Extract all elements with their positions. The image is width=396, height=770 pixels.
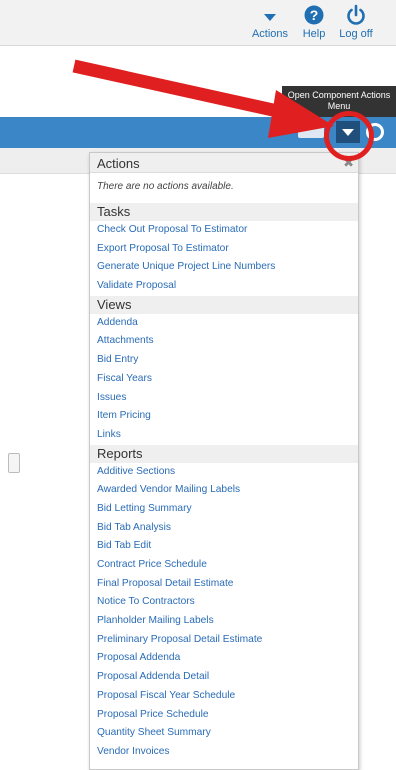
menu-item[interactable]: Item Pricing [90,407,358,426]
menu-item[interactable]: Planholder Mailing Labels [90,612,358,631]
menu-item[interactable]: Final Proposal Detail Estimate [90,575,358,594]
logoff-label: Log off [339,28,373,40]
section-header-reports: Reports [90,444,358,463]
empty-message: There are no actions available. [97,181,234,192]
menu-item[interactable]: Validate Proposal [90,277,358,296]
panel-header: Actions ✖ [90,153,358,173]
menu-item[interactable]: Contract Price Schedule [90,556,358,575]
menu-item[interactable]: Bid Tab Edit [90,537,358,556]
logoff-button[interactable]: Log off [333,4,379,44]
menu-item[interactable]: Awarded Vendor Mailing Labels [90,481,358,500]
help-icon: ? [304,5,324,25]
splitter-handle[interactable] [8,453,20,473]
menu-item[interactable]: Export Proposal To Estimator [90,240,358,259]
menu-item[interactable]: Proposal Price Schedule [90,706,358,725]
menu-item[interactable]: Vendor Invoices [90,743,358,762]
views-list: Addenda Attachments Bid Entry Fiscal Yea… [90,314,358,445]
section-header-views: Views [90,295,358,314]
tooltip: Open Component Actions Menu [282,86,396,118]
menu-item[interactable]: Bid Entry [90,351,358,370]
close-icon[interactable]: ✖ [343,155,354,171]
caret-down-icon [264,14,276,21]
tasks-list: Check Out Proposal To Estimator Export P… [90,221,358,296]
component-header-bar [0,117,396,148]
menu-item[interactable]: Fiscal Years [90,370,358,389]
menu-item[interactable]: Proposal Fiscal Year Schedule [90,687,358,706]
menu-item[interactable]: Bid Letting Summary [90,500,358,519]
refresh-icon[interactable] [366,123,384,141]
section-header-tasks: Tasks [90,203,358,221]
power-icon [347,4,365,25]
menu-item[interactable]: Quantity Sheet Summary [90,724,358,743]
help-button[interactable]: ? Help [300,4,328,44]
component-actions-menu-button[interactable] [336,121,360,143]
menu-item[interactable]: Addenda [90,314,358,333]
header-field [298,126,324,138]
actions-label: Actions [251,28,289,40]
menu-item[interactable]: Additive Sections [90,463,358,482]
menu-item[interactable]: Attachments [90,332,358,351]
menu-item[interactable]: Issues [90,389,358,408]
menu-item[interactable]: Proposal Addenda [90,649,358,668]
menu-item[interactable]: Preliminary Proposal Detail Estimate [90,631,358,650]
menu-item[interactable]: Notice To Contractors [90,593,358,612]
menu-item[interactable]: Check Out Proposal To Estimator [90,221,358,240]
menu-item[interactable]: Generate Unique Project Line Numbers [90,258,358,277]
actions-button[interactable]: Actions [247,4,293,44]
menu-item[interactable]: Proposal Addenda Detail [90,668,358,687]
top-toolbar: Actions ? Help Log off [0,0,396,46]
panel-title: Actions [97,156,140,171]
reports-list: Additive Sections Awarded Vendor Mailing… [90,463,358,762]
menu-item[interactable]: Links [90,426,358,445]
svg-text:?: ? [310,7,319,23]
actions-dropdown-panel: Actions ✖ There are no actions available… [89,152,359,770]
menu-item[interactable]: Bid Tab Analysis [90,519,358,538]
help-label: Help [302,28,326,40]
